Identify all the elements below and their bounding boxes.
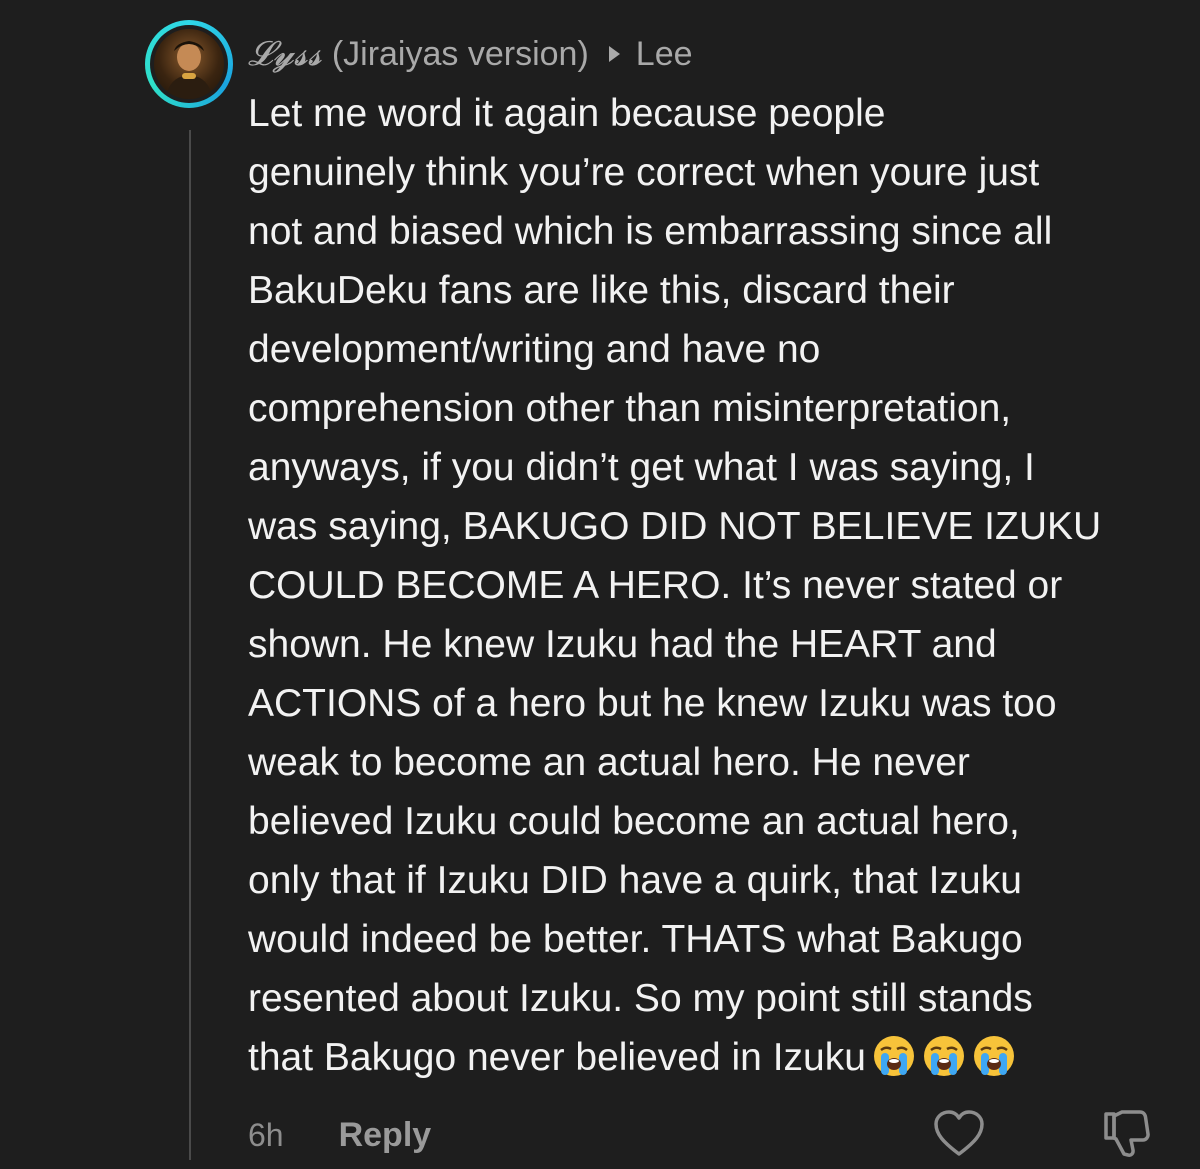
comment-line: anyways, if you didn’t get what I was sa…	[248, 446, 1035, 489]
comment-line: COULD BECOME A HERO. It’s never stated o…	[248, 564, 1063, 607]
loudly-crying-face-icon	[972, 1034, 1016, 1095]
comment-line: ACTIONS of a hero but he knew Izuku was …	[248, 682, 1057, 725]
reply-button[interactable]: Reply	[339, 1116, 432, 1155]
comment-line: only that if Izuku DID have a quirk, tha…	[248, 859, 1022, 902]
loudly-crying-face-icon	[872, 1034, 916, 1095]
loudly-crying-face-icon	[922, 1034, 966, 1095]
timestamp: 6h	[248, 1116, 284, 1153]
comment-line: BakuDeku fans are like this, discard the…	[248, 269, 955, 312]
comment-line: not and biased which is embarrassing sin…	[248, 210, 1053, 253]
avatar-photo	[154, 29, 224, 99]
username[interactable]: 𝓛𝔂𝓼𝓼	[248, 34, 322, 74]
avatar[interactable]	[145, 20, 233, 108]
thread-line	[189, 130, 191, 1160]
comment-line: shown. He knew Izuku had the HEART and	[248, 623, 997, 666]
comment-line: comprehension other than misinterpretati…	[248, 387, 1012, 430]
comment-line-text: that Bakugo never believed in Izuku	[248, 1036, 866, 1079]
comment-line: believed Izuku could become an actual he…	[248, 800, 1020, 843]
username-suffix[interactable]: (Jiraiyas version)	[332, 35, 589, 74]
comment-body: Let me word it again because people genu…	[248, 84, 1178, 1095]
comment-line: weak to become an actual hero. He never	[248, 741, 970, 784]
comment-line-last: that Bakugo never believed in Izuku	[248, 1028, 1178, 1095]
comment-footer: 6h Reply	[248, 1110, 431, 1160]
comment-line: was saying, BAKUGO DID NOT BELIEVE IZUKU	[248, 505, 1102, 548]
avatar-gap	[150, 25, 228, 103]
thumbs-down-outline-icon[interactable]	[1100, 1108, 1152, 1160]
person-silhouette-icon	[166, 41, 212, 99]
play-arrow-icon	[608, 46, 620, 62]
comment-line: resented about Izuku. So my point still …	[248, 977, 1033, 1020]
comment-line: Let me word it again because people	[248, 92, 886, 135]
comment-line: genuinely think you’re correct when your…	[248, 151, 1040, 194]
comment-line: development/writing and have no	[248, 328, 821, 371]
comment-header: 𝓛𝔂𝓼𝓼 (Jiraiyas version) Lee	[248, 28, 693, 80]
reply-to-user[interactable]: Lee	[636, 35, 693, 74]
heart-outline-icon[interactable]	[933, 1110, 985, 1158]
comment-line: would indeed be better. THATS what Bakug…	[248, 918, 1023, 961]
